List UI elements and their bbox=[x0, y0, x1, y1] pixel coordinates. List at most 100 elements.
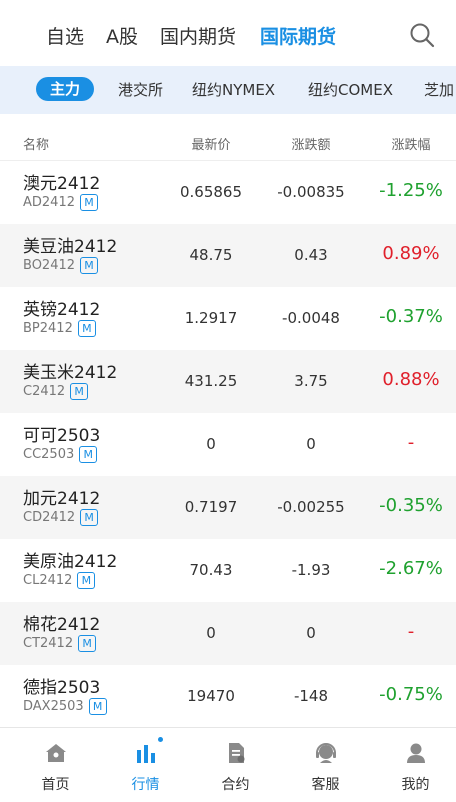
market-chart-icon bbox=[137, 745, 155, 763]
contract-name: 美原油2412 bbox=[23, 552, 118, 572]
main-contract-badge: M bbox=[80, 194, 98, 211]
nav-home[interactable]: 首页 bbox=[10, 728, 101, 802]
contract-code-text: BP2412 bbox=[23, 321, 73, 336]
nav-market[interactable]: 行情 bbox=[100, 728, 191, 802]
price-change: -1.93 bbox=[291, 561, 331, 579]
contract-name: 棉花2412 bbox=[23, 615, 101, 635]
nav-contract[interactable]: 合约 bbox=[190, 728, 281, 802]
contract-code-text: AD2412 bbox=[23, 195, 75, 210]
tab-domestic-futures[interactable]: 国内期货 bbox=[160, 22, 236, 49]
price-change: -148 bbox=[293, 687, 329, 705]
contract-name: 英镑2412 bbox=[23, 300, 101, 320]
nav-home-label: 首页 bbox=[41, 777, 70, 793]
price-change: 0 bbox=[306, 435, 316, 453]
price-change: 3.75 bbox=[294, 372, 328, 390]
header-last-price[interactable]: 最新价 bbox=[166, 134, 256, 153]
main-contract-badge: M bbox=[79, 446, 98, 463]
home-icon bbox=[46, 744, 66, 762]
contract-code-text: CC2503 bbox=[23, 447, 75, 462]
header-change-pct[interactable]: 涨跌幅 bbox=[366, 134, 456, 153]
main-contract-badge: M bbox=[70, 383, 89, 400]
contract-name: 加元2412 bbox=[23, 489, 101, 509]
customer-service-icon bbox=[316, 743, 336, 763]
nav-profile[interactable]: 我的 bbox=[370, 728, 456, 802]
change-percent: 0.88% bbox=[382, 369, 440, 390]
change-percent: -1.25% bbox=[379, 180, 443, 201]
user-profile-icon bbox=[407, 743, 425, 763]
contract-code: CD2412 M bbox=[23, 509, 99, 526]
change-percent: -0.37% bbox=[379, 306, 443, 327]
nav-market-label: 行情 bbox=[131, 777, 160, 793]
contract-code-text: CD2412 bbox=[23, 510, 76, 525]
main-contract-badge: M bbox=[78, 635, 97, 652]
top-tab-bar: 自选 A股 国内期货 国际期货 bbox=[0, 0, 456, 66]
table-row[interactable]: 棉花2412 CT2412 M 0 0 - bbox=[0, 602, 456, 665]
last-price: 19470 bbox=[187, 687, 235, 705]
tab-international-futures[interactable]: 国际期货 bbox=[260, 22, 336, 49]
table-row[interactable]: 美豆油2412 BO2412 M 48.75 0.43 0.89% bbox=[0, 224, 456, 287]
last-price: 48.75 bbox=[189, 246, 233, 264]
last-price: 0 bbox=[206, 624, 216, 642]
nav-profile-label: 我的 bbox=[401, 777, 430, 793]
table-row[interactable]: 加元2412 CD2412 M 0.7197 -0.00255 -0.35% bbox=[0, 476, 456, 539]
nav-contract-label: 合约 bbox=[221, 777, 250, 793]
contract-code: BO2412 M bbox=[23, 257, 99, 274]
bottom-navigation: 首页 行情 合约 客服 我的 bbox=[0, 727, 456, 802]
contract-code: DAX2503 M bbox=[23, 698, 107, 715]
main-contract-badge: M bbox=[80, 257, 99, 274]
header-name[interactable]: 名称 bbox=[23, 134, 49, 153]
change-percent: -0.75% bbox=[379, 684, 443, 705]
main-contract-badge: M bbox=[80, 509, 99, 526]
last-price: 431.25 bbox=[184, 372, 238, 390]
price-change: -0.00255 bbox=[277, 498, 345, 516]
contract-code: BP2412 M bbox=[23, 320, 96, 337]
change-percent: -0.35% bbox=[379, 495, 443, 516]
contract-name: 澳元2412 bbox=[23, 174, 101, 194]
subtab-main[interactable]: 主力 bbox=[36, 77, 94, 101]
table-header: 名称 最新价 涨跌额 涨跌幅 bbox=[0, 124, 456, 161]
table-row[interactable]: 英镑2412 BP2412 M 1.2917 -0.0048 -0.37% bbox=[0, 287, 456, 350]
subtab-chicago[interactable]: 芝加 bbox=[424, 79, 454, 100]
table-row[interactable]: 美原油2412 CL2412 M 70.43 -1.93 -2.67% bbox=[0, 539, 456, 602]
table-row[interactable]: 美玉米2412 C2412 M 431.25 3.75 0.88% bbox=[0, 350, 456, 413]
contract-code-text: DAX2503 bbox=[23, 699, 84, 714]
contract-code: CT2412 M bbox=[23, 635, 97, 652]
tab-watchlist[interactable]: 自选 bbox=[46, 22, 84, 49]
last-price: 70.43 bbox=[189, 561, 233, 579]
change-percent: 0.89% bbox=[382, 243, 440, 264]
last-price: 0.65865 bbox=[179, 183, 243, 201]
contract-name: 可可2503 bbox=[23, 426, 101, 446]
contract-name: 美豆油2412 bbox=[23, 237, 118, 257]
contract-code-text: CL2412 bbox=[23, 573, 73, 588]
tab-a-shares[interactable]: A股 bbox=[106, 22, 138, 49]
table-row[interactable]: 可可2503 CC2503 M 0 0 - bbox=[0, 413, 456, 476]
subtab-hkex[interactable]: 港交所 bbox=[118, 79, 163, 100]
contract-code-text: CT2412 bbox=[23, 636, 74, 651]
price-change: 0 bbox=[306, 624, 316, 642]
contract-code-text: C2412 bbox=[23, 384, 66, 399]
contract-code-text: BO2412 bbox=[23, 258, 76, 273]
price-change: -0.00835 bbox=[277, 183, 345, 201]
change-percent: -2.67% bbox=[379, 558, 443, 579]
change-percent: - bbox=[407, 432, 415, 453]
contract-code: C2412 M bbox=[23, 383, 89, 400]
search-icon[interactable] bbox=[409, 22, 435, 48]
main-contract-badge: M bbox=[77, 572, 96, 589]
change-percent: - bbox=[407, 621, 415, 642]
subtab-nymex[interactable]: 纽约NYMEX bbox=[192, 79, 275, 100]
main-contract-badge: M bbox=[77, 320, 96, 337]
contract-code: CL2412 M bbox=[23, 572, 96, 589]
price-change: 0.43 bbox=[294, 246, 328, 264]
subtab-comex[interactable]: 纽约COMEX bbox=[308, 79, 393, 100]
nav-customer-service[interactable]: 客服 bbox=[280, 728, 371, 802]
contract-code: CC2503 M bbox=[23, 446, 98, 463]
last-price: 0.7197 bbox=[184, 498, 238, 516]
table-row[interactable]: 德指2503 DAX2503 M 19470 -148 -0.75% bbox=[0, 665, 456, 728]
contract-name: 美玉米2412 bbox=[23, 363, 118, 383]
header-change[interactable]: 涨跌额 bbox=[266, 134, 356, 153]
price-change: -0.0048 bbox=[282, 309, 340, 327]
contract-name: 德指2503 bbox=[23, 678, 101, 698]
last-price: 1.2917 bbox=[184, 309, 238, 327]
table-row[interactable]: 澳元2412 AD2412 M 0.65865 -0.00835 -1.25% bbox=[0, 161, 456, 224]
last-price: 0 bbox=[206, 435, 216, 453]
